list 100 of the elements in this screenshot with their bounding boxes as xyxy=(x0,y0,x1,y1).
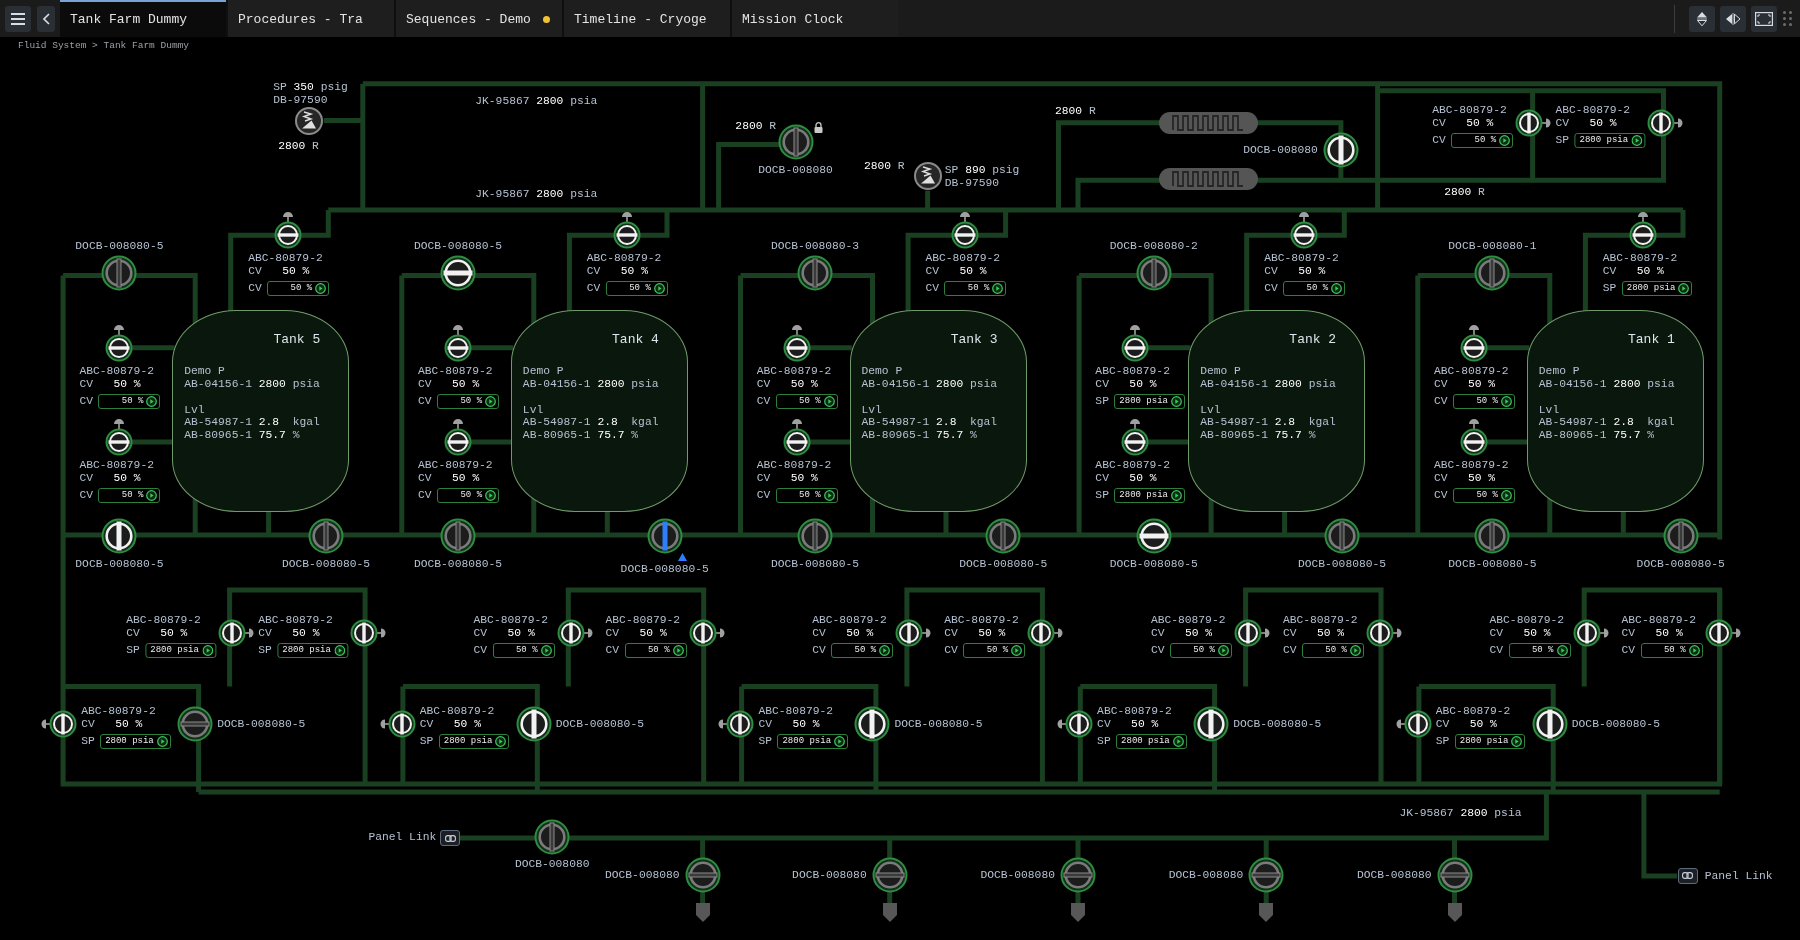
setpoint-field[interactable]: 50 % xyxy=(1453,487,1516,503)
setpoint-field[interactable]: 50 % xyxy=(831,642,894,658)
play-icon[interactable] xyxy=(1556,644,1568,656)
setpoint-field[interactable]: 50 % xyxy=(624,642,687,658)
control-valve-icon[interactable] xyxy=(951,211,980,250)
setpoint-field[interactable]: 2800 psia xyxy=(1116,734,1187,750)
control-valve-icon[interactable] xyxy=(1704,618,1741,647)
control-valve-icon[interactable] xyxy=(1290,211,1319,250)
play-icon[interactable] xyxy=(146,395,158,407)
setpoint-field[interactable]: 2800 psia xyxy=(277,642,348,658)
setpoint-field[interactable]: 2800 psia xyxy=(1574,132,1646,148)
valve-icon[interactable] xyxy=(1193,706,1230,743)
valve-icon[interactable] xyxy=(1322,132,1359,169)
control-valve-icon[interactable] xyxy=(1460,417,1489,456)
tab[interactable]: Procedures - Tra xyxy=(228,0,394,37)
play-icon[interactable] xyxy=(1170,489,1182,501)
play-icon[interactable] xyxy=(1688,644,1700,656)
play-icon[interactable] xyxy=(1349,644,1361,656)
play-icon[interactable] xyxy=(1217,644,1229,656)
play-icon[interactable] xyxy=(1631,134,1643,146)
control-valve-icon[interactable] xyxy=(444,417,473,456)
setpoint-field[interactable]: 50 % xyxy=(1640,642,1703,658)
valve-icon[interactable] xyxy=(1531,706,1568,743)
link-button[interactable] xyxy=(440,830,460,847)
control-valve-icon[interactable] xyxy=(1233,618,1270,647)
setpoint-field[interactable]: 50 % xyxy=(1451,132,1514,148)
control-valve-icon[interactable] xyxy=(274,211,303,250)
play-icon[interactable] xyxy=(201,644,213,656)
play-icon[interactable] xyxy=(653,283,665,295)
control-valve-icon[interactable] xyxy=(1121,417,1150,456)
control-valve-icon[interactable] xyxy=(105,323,134,362)
control-valve-icon[interactable] xyxy=(782,323,811,362)
setpoint-field[interactable]: 2800 psia xyxy=(1621,281,1693,297)
pressure-regulator-icon[interactable] xyxy=(913,161,942,190)
control-valve-icon[interactable] xyxy=(349,618,386,647)
control-valve-icon[interactable] xyxy=(1572,618,1609,647)
play-icon[interactable] xyxy=(485,395,497,407)
play-icon[interactable] xyxy=(1501,489,1513,501)
valve-icon[interactable] xyxy=(1135,518,1172,555)
back-button[interactable] xyxy=(37,5,55,32)
setpoint-field[interactable]: 50 % xyxy=(1169,642,1232,658)
control-valve-icon[interactable] xyxy=(612,211,641,250)
setpoint-field[interactable]: 50 % xyxy=(775,487,838,503)
setpoint-field[interactable]: 50 % xyxy=(1283,281,1346,297)
setpoint-field[interactable]: 50 % xyxy=(963,642,1026,658)
fullscreen-button[interactable] xyxy=(1751,5,1777,32)
menu-button[interactable] xyxy=(5,5,31,32)
play-icon[interactable] xyxy=(540,644,552,656)
control-valve-icon[interactable] xyxy=(556,618,593,647)
control-valve-icon[interactable] xyxy=(782,417,811,456)
play-icon[interactable] xyxy=(146,489,158,501)
valve-icon[interactable] xyxy=(515,706,552,743)
control-valve-icon[interactable] xyxy=(379,710,416,739)
play-icon[interactable] xyxy=(1331,283,1343,295)
setpoint-field[interactable]: 50 % xyxy=(944,281,1007,297)
control-valve-icon[interactable] xyxy=(1515,108,1552,137)
control-valve-icon[interactable] xyxy=(1121,323,1150,362)
setpoint-field[interactable]: 2800 psia xyxy=(145,642,216,658)
play-icon[interactable] xyxy=(823,395,835,407)
setpoint-field[interactable]: 2800 psia xyxy=(777,734,849,750)
tab[interactable]: Mission Clock xyxy=(732,0,898,37)
play-icon[interactable] xyxy=(1501,395,1513,407)
play-icon[interactable] xyxy=(834,736,846,748)
play-icon[interactable] xyxy=(992,283,1004,295)
control-valve-icon[interactable] xyxy=(1057,710,1094,739)
setpoint-field[interactable]: 50 % xyxy=(492,642,555,658)
setpoint-field[interactable]: 2800 psia xyxy=(1114,393,1185,409)
setpoint-field[interactable]: 2800 psia xyxy=(1114,487,1185,503)
play-icon[interactable] xyxy=(333,644,345,656)
setpoint-field[interactable]: 50 % xyxy=(1301,642,1364,658)
setpoint-field[interactable]: 50 % xyxy=(605,281,668,297)
control-valve-icon[interactable] xyxy=(444,323,473,362)
setpoint-field[interactable]: 50 % xyxy=(98,487,161,503)
play-icon[interactable] xyxy=(1170,395,1182,407)
play-icon[interactable] xyxy=(879,644,891,656)
control-valve-icon[interactable] xyxy=(105,417,134,456)
valve-icon[interactable] xyxy=(440,255,477,292)
pressure-regulator-icon[interactable] xyxy=(294,106,323,135)
play-icon[interactable] xyxy=(1011,644,1023,656)
sort-button[interactable] xyxy=(1689,5,1715,32)
control-valve-icon[interactable] xyxy=(1027,618,1064,647)
control-valve-icon[interactable] xyxy=(1395,710,1432,739)
setpoint-field[interactable]: 50 % xyxy=(267,281,330,297)
drag-handle-icon[interactable] xyxy=(1783,11,1792,26)
play-icon[interactable] xyxy=(495,736,507,748)
link-button[interactable] xyxy=(1677,867,1698,884)
setpoint-field[interactable]: 50 % xyxy=(437,393,500,409)
setpoint-field[interactable]: 50 % xyxy=(775,393,838,409)
split-view-button[interactable] xyxy=(1720,5,1746,32)
play-icon[interactable] xyxy=(672,644,684,656)
control-valve-icon[interactable] xyxy=(688,618,725,647)
setpoint-field[interactable]: 50 % xyxy=(437,487,500,503)
control-valve-icon[interactable] xyxy=(718,710,755,739)
control-valve-icon[interactable] xyxy=(1460,323,1489,362)
tab[interactable]: Sequences - Demo xyxy=(396,0,562,37)
control-valve-icon[interactable] xyxy=(1647,108,1684,137)
setpoint-field[interactable]: 2800 psia xyxy=(1454,734,1526,750)
control-valve-icon[interactable] xyxy=(1365,618,1402,647)
play-icon[interactable] xyxy=(1172,736,1184,748)
control-valve-icon[interactable] xyxy=(217,618,254,647)
